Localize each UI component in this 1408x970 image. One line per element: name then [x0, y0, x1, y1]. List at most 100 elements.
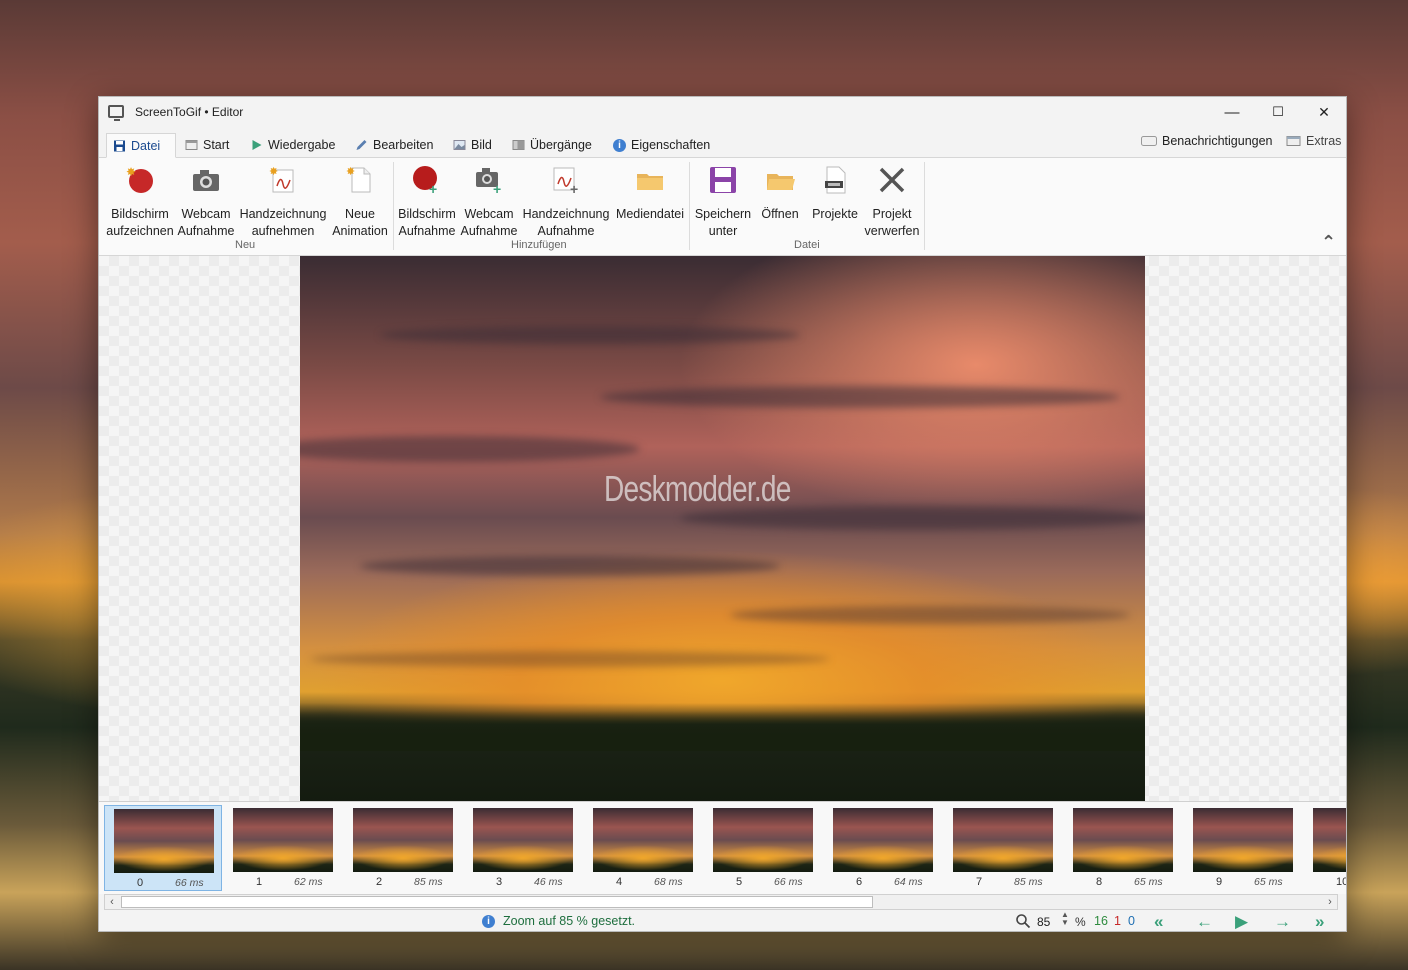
extras-button[interactable]: Extras [1280, 129, 1347, 153]
cloud-streak [300, 436, 640, 462]
insert-screen-line2: Aufnahme [398, 224, 456, 238]
scroll-left-arrow-icon[interactable]: ‹ [105, 895, 119, 909]
horizontal-scrollbar[interactable]: ‹ › [104, 894, 1338, 910]
app-monitor-icon [108, 105, 124, 121]
scrollbar-thumb[interactable] [121, 896, 873, 908]
new-animation-button[interactable]: ✸ Neue Animation [328, 164, 392, 240]
close-button[interactable]: ✕ [1301, 97, 1347, 127]
frame-index: 9 [1216, 876, 1223, 888]
ribbon-tabs: Datei Start Wiedergabe Bearbeiten Bild Ü… [99, 133, 1346, 158]
frame-image [473, 808, 573, 872]
insert-screen-recording-button[interactable]: + Bildschirm Aufnahme [396, 164, 458, 240]
insert-media-button[interactable]: Mediendatei [613, 164, 687, 223]
zoom-search-icon [1016, 914, 1031, 929]
previous-frame-icon[interactable]: ← [1196, 912, 1213, 932]
frame-thumbnail[interactable]: 6 64 ms [824, 805, 942, 891]
tab-wiedergabe[interactable]: Wiedergabe [244, 133, 341, 157]
frame-delay: 64 ms [894, 876, 923, 888]
folder-icon [634, 164, 666, 196]
frame-thumbnail[interactable]: 8 65 ms [1064, 805, 1182, 891]
frame-delay: 66 ms [774, 876, 803, 888]
frame-index: 10 [1336, 876, 1346, 888]
tab-uebergaenge-label: Übergänge [530, 138, 592, 152]
tab-bearbeiten-label: Bearbeiten [373, 138, 434, 152]
watermark-text: Deskmodder.de [604, 468, 791, 509]
tab-start-label: Start [203, 138, 230, 152]
insert-webcam-line1: Webcam [464, 207, 514, 221]
scroll-right-arrow-icon[interactable]: › [1323, 895, 1337, 909]
group-label-neu: Neu [235, 239, 256, 251]
webcam-record-button[interactable]: Webcam Aufnahme [175, 164, 237, 240]
frame-image [1073, 808, 1173, 872]
zoom-input[interactable]: 85 [1037, 915, 1050, 929]
frame-image [953, 808, 1053, 872]
tab-eigenschaften[interactable]: i Eigenschaften [607, 133, 716, 157]
webcam-record-line2: Aufnahme [177, 224, 235, 238]
maximize-button[interactable]: ☐ [1255, 97, 1301, 127]
discard-project-button[interactable]: Projekt verwerfen [862, 164, 922, 240]
frame-thumbnail[interactable]: 3 46 ms [464, 805, 582, 891]
projects-button[interactable]: Projekte [808, 164, 862, 223]
ribbon-separator [393, 162, 394, 250]
editor-canvas: Deskmodder.de [99, 256, 1346, 801]
frame-image [353, 808, 453, 872]
zoom-percent: % [1075, 915, 1086, 929]
tab-start[interactable]: Start [179, 133, 235, 157]
collapse-ribbon-button[interactable]: ⌃ [1321, 232, 1336, 253]
frame-thumbnail[interactable]: 1 62 ms [224, 805, 342, 891]
close-x-icon [876, 164, 908, 196]
play-frame-icon[interactable]: ▶ [1235, 912, 1248, 932]
open-button[interactable]: Öffnen [755, 164, 805, 223]
first-frame-icon[interactable]: « [1154, 912, 1163, 932]
tab-bearbeiten[interactable]: Bearbeiten [349, 133, 439, 157]
window-icon [185, 140, 198, 150]
insert-media-line1: Mediendatei [615, 207, 685, 221]
frame-index: 4 [616, 876, 623, 888]
record-screen-button[interactable]: ✸ Bildschirm aufzeichnen [106, 164, 174, 240]
save-as-line2: unter [708, 224, 738, 238]
frame-thumbnail[interactable]: 7 85 ms [944, 805, 1062, 891]
frame-image [713, 808, 813, 872]
frame-thumbnail[interactable]: 5 66 ms [704, 805, 822, 891]
zoom-stepper-icon[interactable]: ▲ ▼ [1061, 911, 1069, 927]
cloud-streak [360, 556, 780, 576]
minimize-button[interactable]: — [1209, 97, 1255, 127]
image-icon [453, 140, 466, 150]
insert-board-recording-button[interactable]: + Handzeichnung Aufnahme [520, 164, 612, 240]
record-icon: ✸ [124, 164, 156, 196]
frame-index: 8 [1096, 876, 1103, 888]
tab-bild[interactable]: Bild [447, 133, 498, 157]
tab-uebergaenge[interactable]: Übergänge [506, 133, 598, 157]
save-floppy-icon [707, 164, 739, 196]
last-frame-icon[interactable]: » [1315, 912, 1324, 932]
webcam-record-line1: Webcam [181, 207, 231, 221]
frame-image [833, 808, 933, 872]
transition-icon [512, 140, 525, 150]
record-screen-line1: Bildschirm [111, 207, 169, 221]
frame-thumbnail[interactable]: 0 66 ms [104, 805, 222, 891]
frame-delay: 85 ms [414, 876, 443, 888]
record-add-icon: + [411, 164, 443, 197]
notifications-button[interactable]: Benachrichtigungen [1135, 129, 1279, 153]
frame-thumbnail[interactable]: 4 68 ms [584, 805, 702, 891]
board-record-line2: aufnehmen [251, 224, 315, 238]
frame-thumbnail[interactable]: 10 [1304, 805, 1346, 891]
editor-window: ScreenToGif • Editor — ☐ ✕ Datei Start W… [98, 96, 1347, 932]
frame-index: 5 [736, 876, 743, 888]
save-as-button[interactable]: Speichern unter [693, 164, 753, 240]
frame-thumbnail[interactable]: 9 65 ms [1184, 805, 1302, 891]
frame-thumbnail[interactable]: 2 85 ms [344, 805, 462, 891]
next-frame-icon[interactable]: → [1274, 912, 1291, 932]
board-record-button[interactable]: ✸ Handzeichnung aufnehmen [237, 164, 329, 240]
tab-datei[interactable]: Datei [106, 133, 176, 158]
cloud-streak [310, 651, 830, 667]
current-frame-index: 0 [1128, 914, 1135, 928]
frame-image [1313, 808, 1346, 872]
insert-webcam-recording-button[interactable]: + Webcam Aufnahme [458, 164, 520, 240]
notifications-label: Benachrichtigungen [1162, 134, 1273, 148]
save-as-line1: Speichern [694, 207, 752, 221]
frame-image [1193, 808, 1293, 872]
insert-webcam-line2: Aufnahme [460, 224, 518, 238]
open-line1: Öffnen [761, 207, 799, 221]
frame-preview[interactable]: Deskmodder.de [300, 256, 1145, 801]
